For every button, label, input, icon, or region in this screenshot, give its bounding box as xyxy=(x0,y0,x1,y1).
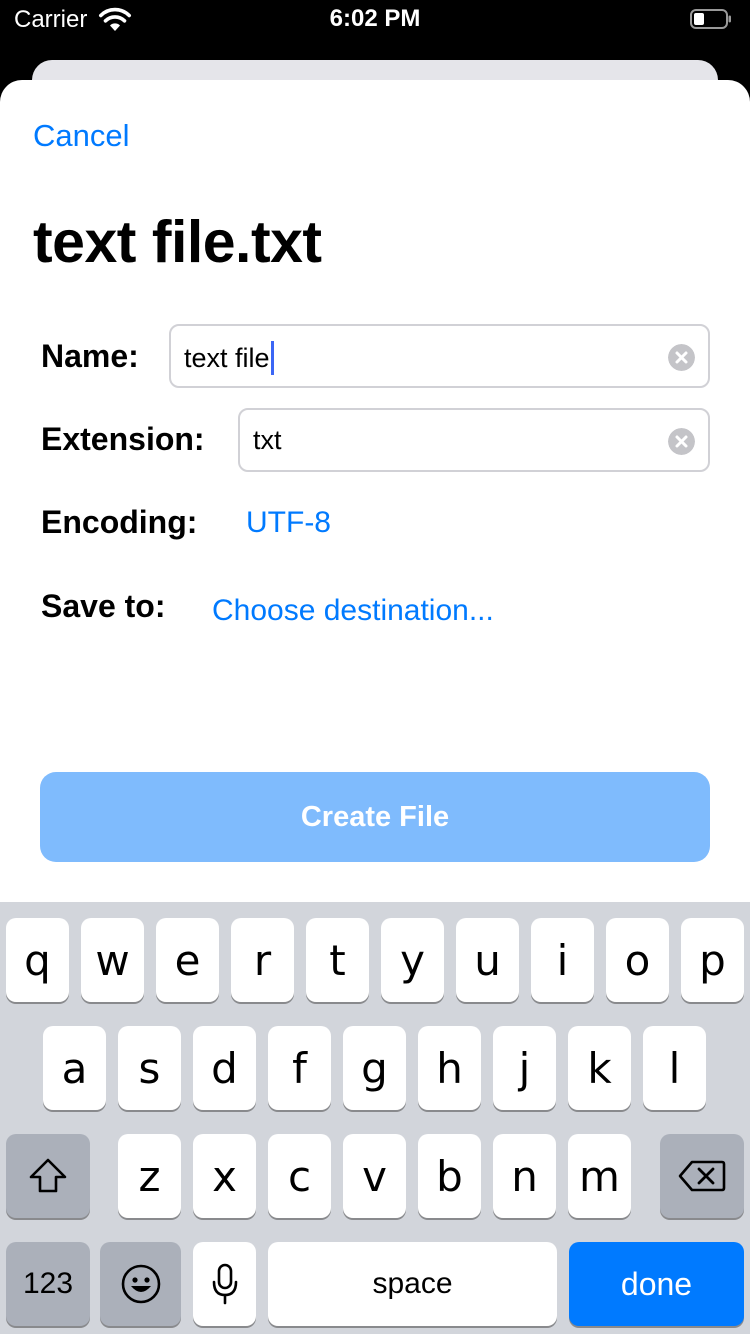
keyboard: q w e r t y u i o p a s d f g h j k l z … xyxy=(0,902,750,1334)
key-m[interactable]: m xyxy=(568,1134,631,1218)
key-b[interactable]: b xyxy=(418,1134,481,1218)
key-u[interactable]: u xyxy=(456,918,519,1002)
page-title: text file.txt xyxy=(33,209,322,275)
key-j[interactable]: j xyxy=(493,1026,556,1110)
name-field-value-wrap: text file xyxy=(184,341,274,375)
key-t[interactable]: t xyxy=(306,918,369,1002)
emoji-icon xyxy=(121,1264,160,1304)
key-y[interactable]: y xyxy=(381,918,444,1002)
clear-name-icon[interactable] xyxy=(668,344,695,371)
key-p[interactable]: p xyxy=(681,918,744,1002)
key-n[interactable]: n xyxy=(493,1134,556,1218)
encoding-selector[interactable]: UTF-8 xyxy=(246,506,331,540)
name-field-value: text file xyxy=(184,342,270,373)
key-v[interactable]: v xyxy=(343,1134,406,1218)
done-key[interactable]: done xyxy=(569,1242,744,1326)
key-s[interactable]: s xyxy=(118,1026,181,1110)
key-r[interactable]: r xyxy=(231,918,294,1002)
key-q[interactable]: q xyxy=(6,918,69,1002)
create-file-button[interactable]: Create File xyxy=(40,772,710,862)
key-e[interactable]: e xyxy=(156,918,219,1002)
cancel-button[interactable]: Cancel xyxy=(33,118,130,154)
space-key[interactable]: space xyxy=(268,1242,557,1326)
dictation-key[interactable] xyxy=(193,1242,256,1326)
shift-icon xyxy=(29,1158,67,1193)
battery-icon xyxy=(690,9,731,29)
name-field[interactable]: text file xyxy=(169,324,710,388)
key-c[interactable]: c xyxy=(268,1134,331,1218)
status-time: 6:02 PM xyxy=(329,5,421,32)
shift-key[interactable] xyxy=(6,1134,90,1218)
key-f[interactable]: f xyxy=(268,1026,331,1110)
extension-field-value: txt xyxy=(253,425,282,455)
key-o[interactable]: o xyxy=(606,918,669,1002)
key-a[interactable]: a xyxy=(43,1026,106,1110)
key-g[interactable]: g xyxy=(343,1026,406,1110)
key-l[interactable]: l xyxy=(643,1026,706,1110)
choose-destination-link[interactable]: Choose destination... xyxy=(212,594,494,628)
text-caret xyxy=(270,341,274,375)
extension-label: Extension: xyxy=(41,421,205,457)
key-i[interactable]: i xyxy=(531,918,594,1002)
clear-extension-icon[interactable] xyxy=(668,428,695,455)
status-bar: Carrier 6:02 PM xyxy=(0,0,750,40)
extension-field[interactable]: txt xyxy=(238,408,710,472)
key-z[interactable]: z xyxy=(118,1134,181,1218)
microphone-icon xyxy=(212,1263,237,1305)
key-h[interactable]: h xyxy=(418,1026,481,1110)
emoji-key[interactable] xyxy=(100,1242,181,1326)
numbers-key[interactable]: 123 xyxy=(6,1242,90,1326)
delete-key[interactable] xyxy=(660,1134,744,1218)
screen: Carrier 6:02 PM Cancel text file.txt Nam… xyxy=(0,0,750,1334)
key-w[interactable]: w xyxy=(81,918,144,1002)
backspace-icon xyxy=(678,1160,726,1192)
encoding-label: Encoding: xyxy=(41,504,198,540)
name-label: Name: xyxy=(41,338,139,374)
key-k[interactable]: k xyxy=(568,1026,631,1110)
key-d[interactable]: d xyxy=(193,1026,256,1110)
key-x[interactable]: x xyxy=(193,1134,256,1218)
save-to-label: Save to: xyxy=(41,588,166,624)
